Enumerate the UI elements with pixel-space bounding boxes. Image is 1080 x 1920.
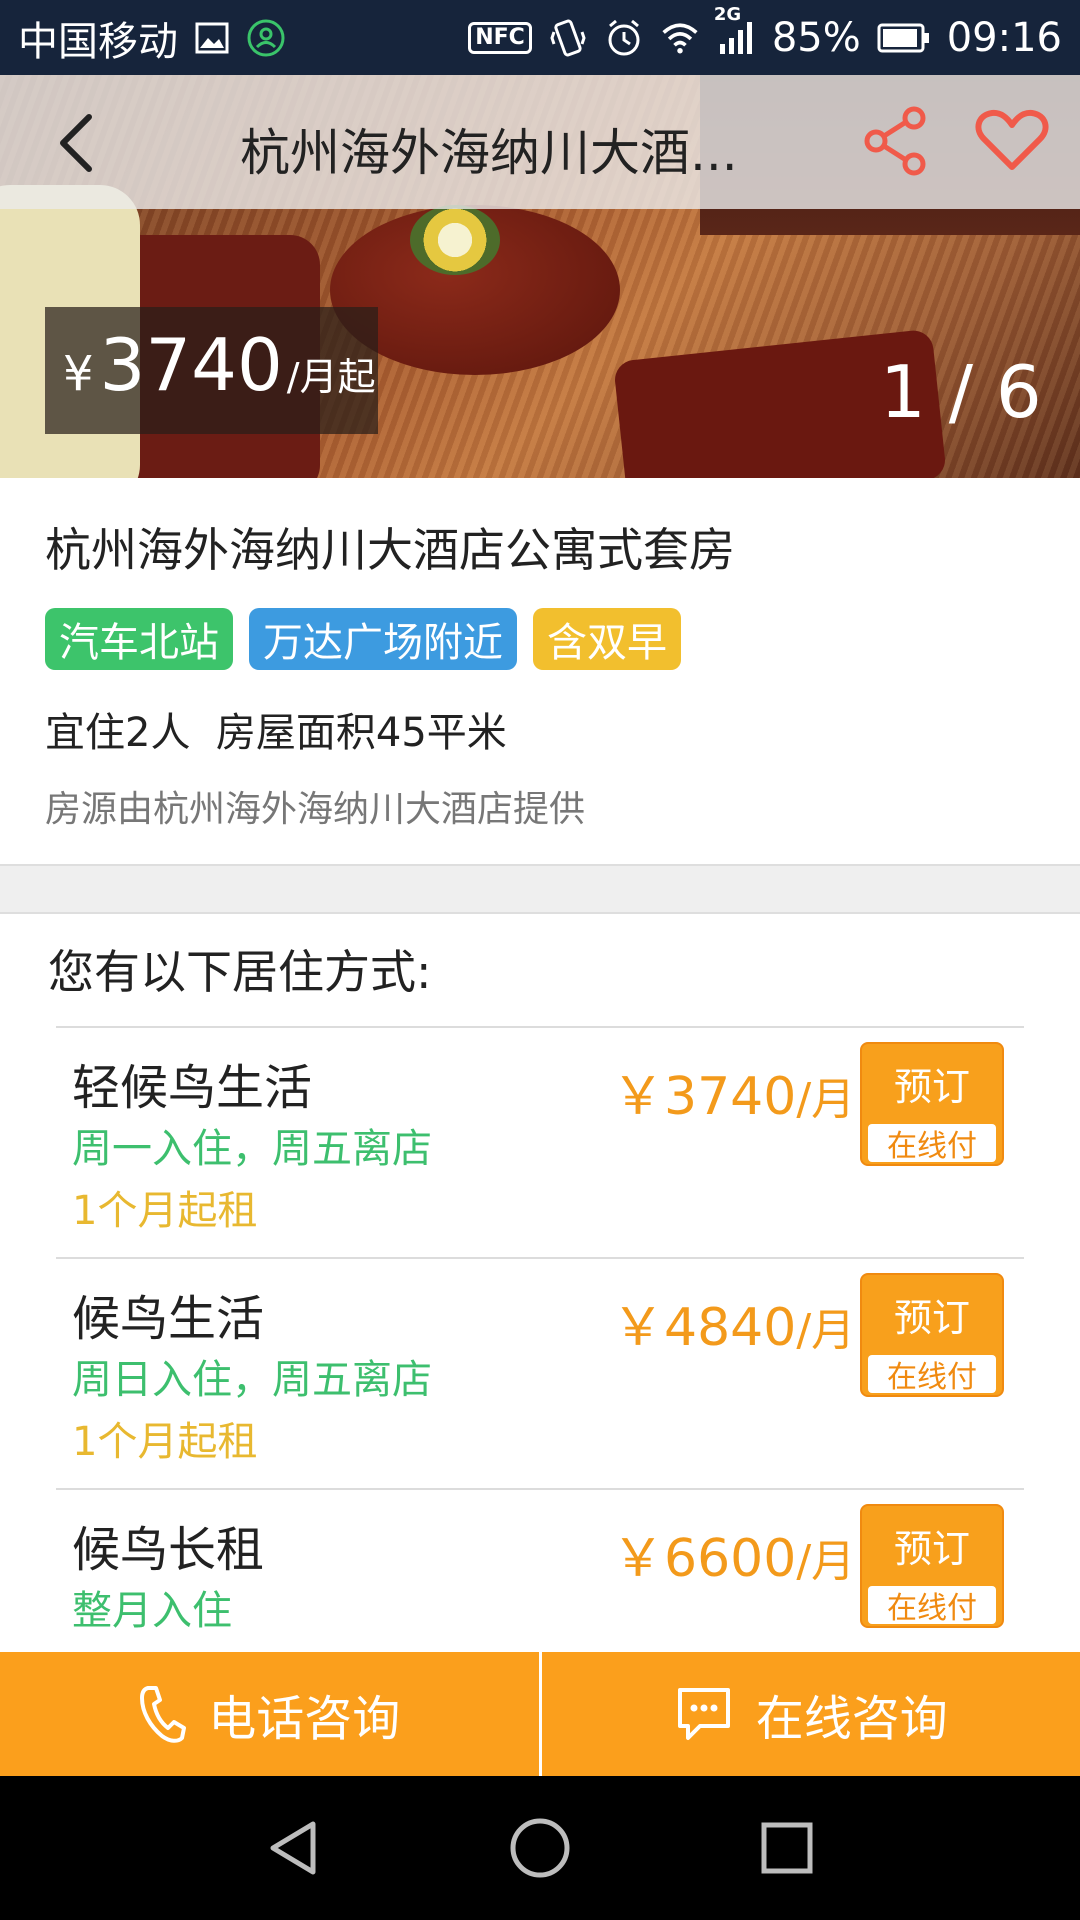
signal-icon: 2G xyxy=(714,4,756,58)
chat-icon xyxy=(677,1688,730,1740)
room-spec: 宜住2人 房屋面积45平米 xyxy=(45,710,507,756)
contact-notification-icon xyxy=(246,18,286,58)
price-unit: /月起 xyxy=(286,355,376,399)
bottom-action-bar: 电话咨询 在线咨询 xyxy=(0,1652,1080,1776)
option-name: 候鸟生活 xyxy=(72,1291,265,1347)
option-min-term: 1个月起租 xyxy=(72,1188,258,1234)
system-back-button[interactable] xyxy=(253,1808,333,1888)
option-price: ￥6600/月 xyxy=(612,1516,855,1591)
circle-home-icon xyxy=(510,1818,570,1878)
pay-online-label: 在线付 xyxy=(868,1586,996,1626)
option-schedule: 整月入住 xyxy=(72,1588,232,1634)
online-consult-label: 在线咨询 xyxy=(755,1691,948,1747)
nfc-icon: NFC xyxy=(468,21,532,54)
option-price: ￥4840/月 xyxy=(612,1285,855,1360)
phone-consult-label: 电话咨询 xyxy=(208,1691,401,1747)
option-price-value: ￥3740 xyxy=(612,1067,797,1127)
stay-option-row: 候鸟长租 整月入住 ￥6600/月 预订 在线付 xyxy=(56,1488,1024,1652)
carrier-label: 中国移动 xyxy=(18,18,178,65)
photo-counter: 1 / 6 xyxy=(880,350,1042,434)
stay-options: 您有以下居住方式: 轻候鸟生活 周一入住，周五离店 1个月起租 ￥3740/月 … xyxy=(0,912,1080,1652)
price-currency: ¥ xyxy=(63,346,94,402)
book-label: 预订 xyxy=(893,1526,970,1571)
system-home-button[interactable] xyxy=(500,1808,580,1888)
option-schedule: 周一入住，周五离店 xyxy=(72,1126,432,1172)
book-button[interactable]: 预订 在线付 xyxy=(860,1273,1004,1397)
option-price-unit: /月 xyxy=(796,1074,856,1125)
online-consult-button[interactable]: 在线咨询 xyxy=(542,1652,1080,1776)
share-button[interactable] xyxy=(860,103,932,179)
status-bar: 中国移动 NFC 2G 85% 09:16 xyxy=(0,0,1080,75)
pay-online-label: 在线付 xyxy=(868,1355,996,1395)
hero-price-badge: ¥ 3740 /月起 xyxy=(45,307,378,434)
option-price-unit: /月 xyxy=(796,1536,856,1587)
heart-icon xyxy=(975,109,1049,170)
option-name: 候鸟长租 xyxy=(72,1522,265,1578)
price-value: 3740 xyxy=(99,323,283,407)
tag-wanda: 万达广场附近 xyxy=(249,608,517,670)
page-title: 杭州海外海纳川大酒... xyxy=(240,124,738,182)
phone-icon xyxy=(140,1686,187,1743)
wifi-icon xyxy=(660,18,700,58)
listing-info: 杭州海外海纳川大酒店公寓式套房 汽车北站 万达广场附近 含双早 宜住2人 房屋面… xyxy=(0,478,1080,864)
clock: 09:16 xyxy=(946,14,1062,61)
system-nav-bar xyxy=(0,1776,1080,1920)
network-type-label: 2G xyxy=(713,3,742,25)
share-icon xyxy=(864,106,926,176)
image-notification-icon xyxy=(192,18,232,58)
listing-title: 杭州海外海纳川大酒店公寓式套房 xyxy=(45,523,735,577)
tag-station: 汽车北站 xyxy=(45,608,233,670)
photo-flowers xyxy=(410,205,500,275)
option-min-term: 1个月起租 xyxy=(72,1419,258,1465)
back-chevron-icon xyxy=(60,113,92,172)
top-nav-bar: 杭州海外海纳川大酒... xyxy=(0,75,1080,209)
stay-option-row: 轻候鸟生活 周一入住，周五离店 1个月起租 ￥3740/月 预订 在线付 xyxy=(56,1026,1024,1256)
book-label: 预订 xyxy=(893,1064,970,1109)
tag-breakfast: 含双早 xyxy=(533,608,681,670)
phone-consult-button[interactable]: 电话咨询 xyxy=(0,1652,539,1776)
provider-note: 房源由杭州海外海纳川大酒店提供 xyxy=(45,789,586,830)
option-price-value: ￥6600 xyxy=(612,1529,797,1589)
stay-option-row: 候鸟生活 周日入住，周五离店 1个月起租 ￥4840/月 预订 在线付 xyxy=(56,1257,1024,1487)
triangle-back-icon xyxy=(270,1821,316,1875)
options-heading: 您有以下居住方式: xyxy=(48,945,432,999)
favorite-button[interactable] xyxy=(972,103,1052,179)
vibrate-icon xyxy=(548,18,588,58)
option-price-unit: /月 xyxy=(796,1305,856,1356)
alarm-icon xyxy=(604,18,644,58)
option-name: 轻候鸟生活 xyxy=(72,1060,313,1116)
back-button[interactable] xyxy=(40,105,110,180)
system-recents-button[interactable] xyxy=(747,1808,827,1888)
option-price-value: ￥4840 xyxy=(612,1298,797,1358)
tag-list: 汽车北站 万达广场附近 含双早 xyxy=(45,608,681,670)
book-label: 预订 xyxy=(893,1295,970,1340)
section-divider xyxy=(0,864,1080,914)
book-button[interactable]: 预订 在线付 xyxy=(860,1504,1004,1628)
battery-percent: 85% xyxy=(771,14,861,61)
option-schedule: 周日入住，周五离店 xyxy=(72,1357,432,1403)
square-recents-icon xyxy=(761,1822,813,1874)
battery-icon xyxy=(877,18,931,58)
pay-online-label: 在线付 xyxy=(868,1124,996,1164)
book-button[interactable]: 预订 在线付 xyxy=(860,1042,1004,1166)
option-price: ￥3740/月 xyxy=(612,1054,855,1129)
